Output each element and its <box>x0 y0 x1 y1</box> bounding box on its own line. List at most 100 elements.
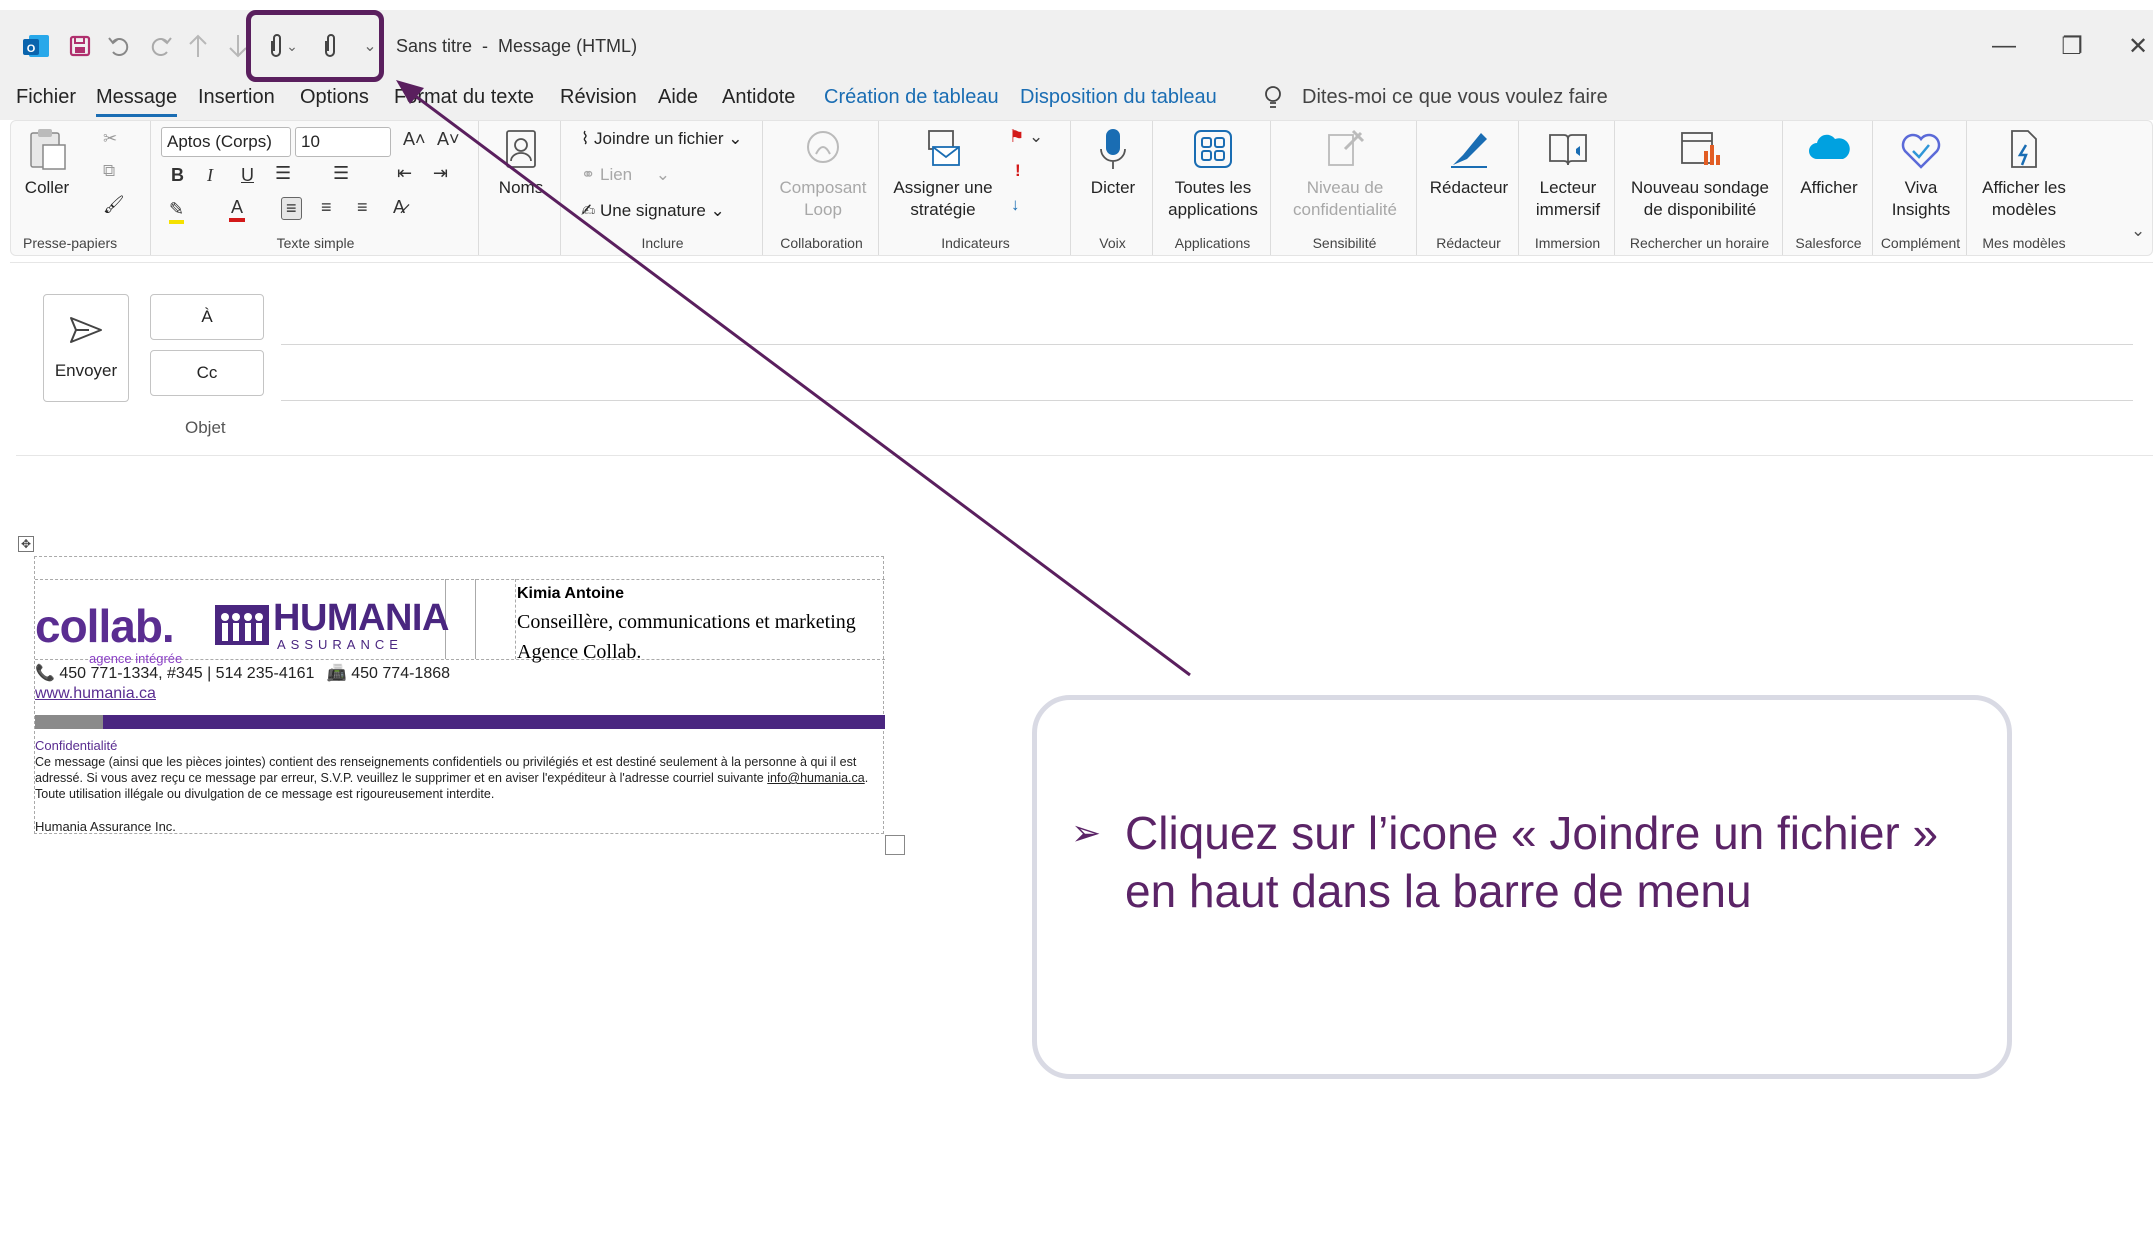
callout-bullet-icon: ➢ <box>1071 812 1102 853</box>
highlight-icon[interactable]: ✎ <box>169 199 185 224</box>
align-right-icon[interactable]: ≡ <box>357 197 368 218</box>
increase-indent-icon[interactable]: ⇥ <box>433 163 448 184</box>
attach-file-label: Joindre un fichier <box>594 129 724 148</box>
minimize-button[interactable]: — <box>1984 28 2024 64</box>
close-button[interactable]: ✕ <box>2118 28 2153 64</box>
sensitivity-label: Niveau de confidentialité <box>1293 178 1397 219</box>
send-icon <box>70 317 102 343</box>
group-label-salesforce: Salesforce <box>1795 235 1862 251</box>
subject-field[interactable] <box>16 455 2153 456</box>
tab-format-du-texte[interactable]: Format du texte <box>394 86 534 109</box>
confidentiality-text: Ce message (ainsi que les pièces jointes… <box>35 754 885 802</box>
up-arrow-icon[interactable] <box>180 28 216 64</box>
website-link[interactable]: www.humania.ca <box>35 685 156 703</box>
tab-options[interactable]: Options <box>300 86 369 109</box>
send-button[interactable]: Envoyer <box>43 294 129 402</box>
tab-aide[interactable]: Aide <box>658 86 698 109</box>
flag-icon[interactable]: ⚑ ⌄ <box>1009 127 1043 147</box>
undo-icon[interactable] <box>102 28 138 64</box>
group-label-clipboard: Presse-papiers <box>23 235 118 251</box>
immersive-reader-button[interactable]: Lecteur immersif <box>1525 127 1611 221</box>
align-center-icon[interactable]: ≡ <box>321 197 332 218</box>
group-apps: Toutes les applications Applications <box>1155 121 1271 255</box>
scissors-icon[interactable]: ✂ <box>103 129 117 149</box>
all-apps-label: Toutes les applications <box>1168 178 1258 219</box>
to-field[interactable] <box>281 344 2133 345</box>
font-name-combo[interactable]: Aptos (Corps) <box>161 127 291 157</box>
scheduling-poll-button[interactable]: Nouveau sondage de disponibilité <box>1621 127 1779 221</box>
immersive-reader-label: Lecteur immersif <box>1535 178 1601 219</box>
confidentiality-body: Ce message (ainsi que les pièces jointes… <box>35 755 857 785</box>
bold-button[interactable]: B <box>171 165 184 186</box>
group-label-my-templates: Mes modèles <box>1982 235 2066 251</box>
format-painter-icon[interactable]: 🖌 <box>103 195 125 215</box>
assign-policy-label: Assigner une stratégie <box>893 178 993 219</box>
tell-me-search[interactable]: Dites-moi ce que vous voulez faire <box>1302 86 1608 109</box>
sensitivity-button[interactable]: Niveau de confidentialité <box>1277 127 1413 221</box>
paste-button[interactable]: Coller <box>19 127 75 199</box>
restore-button[interactable]: ❐ <box>2052 28 2092 64</box>
signature-icon: ✍ <box>581 201 596 220</box>
group-label-find-time: Rechercher un horaire <box>1629 235 1770 251</box>
high-importance-icon[interactable]: ! <box>1015 161 1021 181</box>
underline-button[interactable]: U <box>241 165 254 186</box>
microphone-icon <box>1100 129 1126 169</box>
humania-logo: HUMANIA ASSURANCE <box>215 597 483 653</box>
low-importance-icon[interactable]: ↓ <box>1011 195 1020 215</box>
calendar-poll-icon <box>1681 132 1720 165</box>
signature-phones: 📞 450 771-1334, #345 | 514 235-4161 📠 45… <box>35 663 450 683</box>
company-name: Humania Assurance Inc. <box>35 819 176 834</box>
salesforce-cloud-icon <box>1809 134 1850 159</box>
salesforce-show-button[interactable]: Afficher <box>1789 127 1869 199</box>
tab-antidote[interactable]: Antidote <box>722 86 795 109</box>
save-icon[interactable] <box>62 28 98 64</box>
group-immersive: Lecteur immersif Immersion <box>1521 121 1615 255</box>
table-move-handle-icon[interactable]: ✥ <box>18 536 34 552</box>
cc-field[interactable] <box>281 400 2133 401</box>
to-button[interactable]: À <box>150 294 264 340</box>
phone-icon: 📞 <box>35 665 55 682</box>
redo-icon[interactable] <box>142 28 178 64</box>
table-resize-handle[interactable] <box>885 835 905 855</box>
copy-icon[interactable]: ⧉ <box>103 161 115 181</box>
all-apps-button[interactable]: Toutes les applications <box>1159 127 1267 221</box>
attach-highlight-box <box>246 10 384 82</box>
tab-insertion[interactable]: Insertion <box>198 86 275 109</box>
cc-button[interactable]: Cc <box>150 350 264 396</box>
group-label-addin: Complément <box>1880 235 1961 251</box>
signature-button[interactable]: ✍ Une signature ⌄ <box>581 201 725 221</box>
decrease-indent-icon[interactable]: ⇤ <box>397 163 412 184</box>
loop-component-button[interactable]: Composant Loop <box>771 127 875 221</box>
group-basic-text: Aptos (Corps) 10 A˄ A˅ B I U ☰ ☰ ⇤ ⇥ ✎ A… <box>153 121 479 255</box>
font-size-combo[interactable]: 10 <box>295 127 391 157</box>
confidentiality-email-link[interactable]: info@humania.ca <box>767 771 864 785</box>
dictate-button[interactable]: Dicter <box>1077 127 1149 199</box>
ribbon-collapse-icon[interactable]: ⌄ <box>2131 221 2145 241</box>
tab-fichier[interactable]: Fichier <box>16 86 76 109</box>
group-voice: Dicter Voix <box>1073 121 1153 255</box>
font-color-button[interactable]: A <box>229 197 246 222</box>
viva-insights-button[interactable]: Viva Insights <box>1879 127 1963 221</box>
tab-revision[interactable]: Révision <box>560 86 637 109</box>
view-templates-button[interactable]: Afficher les modèles <box>1973 127 2075 221</box>
phone-numbers: 450 771-1334, #345 | 514 235-4161 <box>59 665 315 682</box>
tab-message[interactable]: Message <box>96 86 178 117</box>
names-button[interactable]: Noms <box>487 127 555 199</box>
attach-file-button[interactable]: ⌇ Joindre un fichier ⌄ <box>581 129 742 149</box>
editor-button[interactable]: Rédacteur <box>1423 127 1515 199</box>
grow-font-icon[interactable]: A˄ <box>403 129 426 150</box>
link-button[interactable]: ⚭ Lien ⌄ <box>581 165 670 185</box>
window-title: Sans titre - Message (HTML) <box>396 36 638 56</box>
fax-number: 450 774-1868 <box>351 665 451 682</box>
clear-formatting-icon[interactable]: A̷ <box>393 197 405 218</box>
send-label: Envoyer <box>54 361 118 380</box>
assign-policy-button[interactable]: Assigner une stratégie <box>883 127 1003 221</box>
bullets-icon[interactable]: ☰ <box>275 163 291 184</box>
italic-button[interactable]: I <box>207 165 213 186</box>
tab-creation-de-tableau[interactable]: Création de tableau <box>824 86 999 109</box>
shrink-font-icon[interactable]: A˅ <box>437 129 460 150</box>
numbering-icon[interactable]: ☰ <box>333 163 349 184</box>
align-left-icon[interactable]: ≡ <box>281 197 302 220</box>
signature-bar-grey <box>35 715 103 729</box>
tab-disposition-du-tableau[interactable]: Disposition du tableau <box>1020 86 1217 109</box>
